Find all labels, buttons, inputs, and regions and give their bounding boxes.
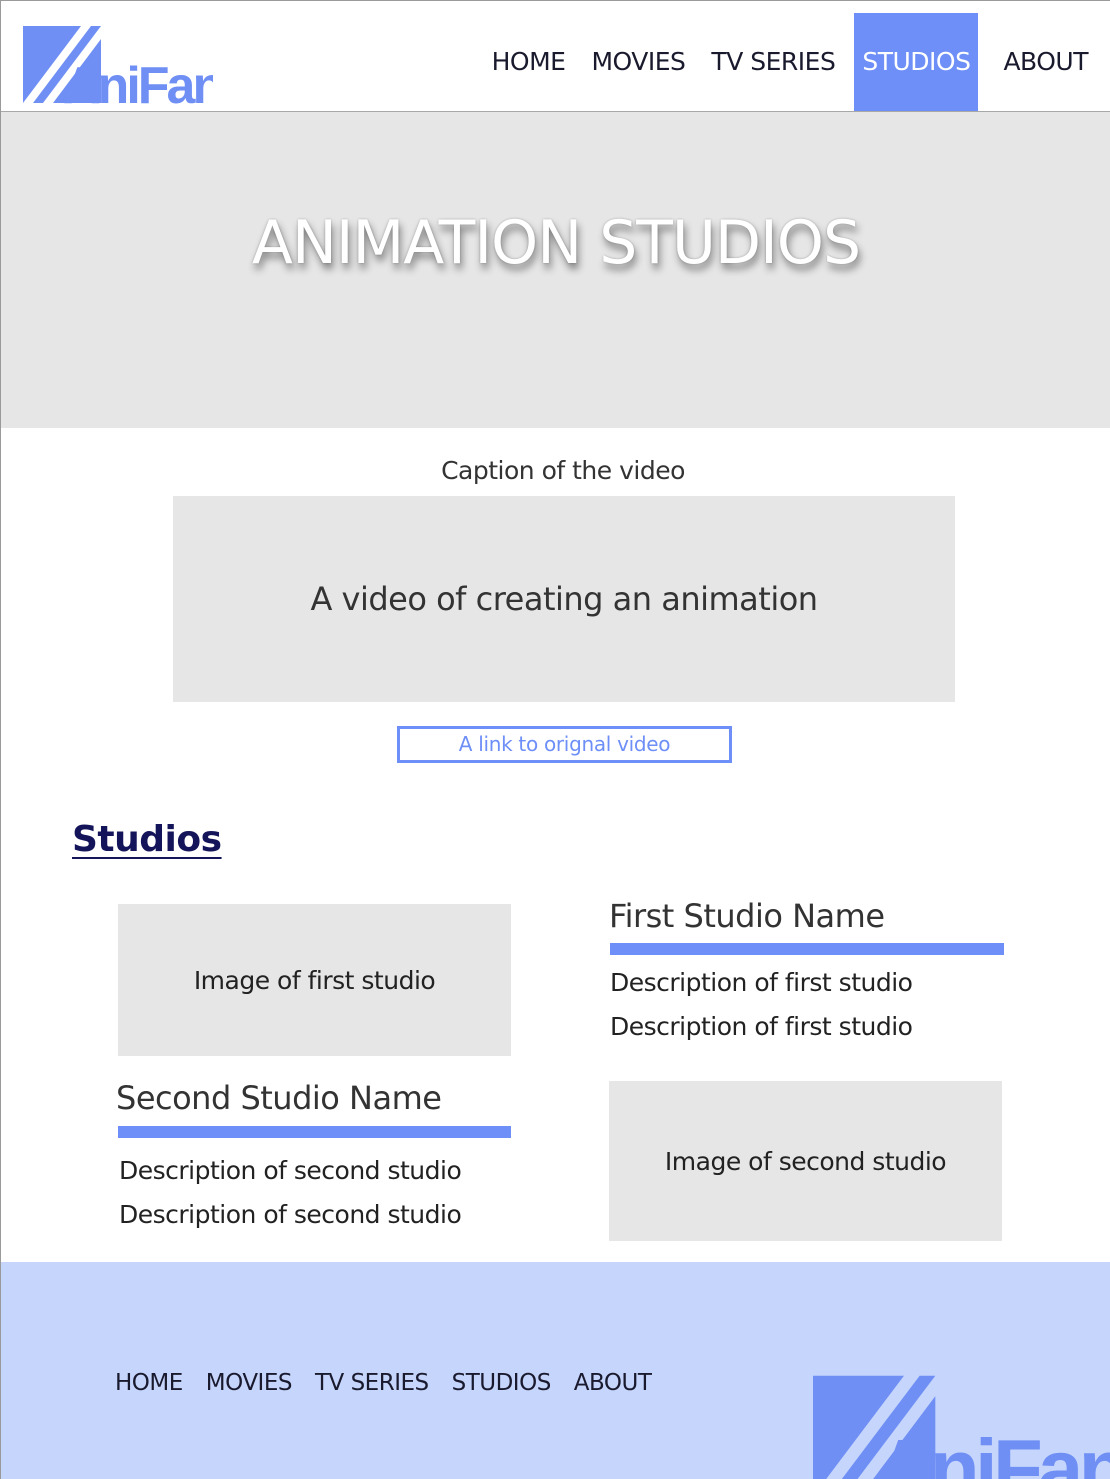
footer-nav-movies[interactable]: MOVIES xyxy=(206,1370,293,1396)
footer-logo-wordmark: AniFan xyxy=(876,1423,1110,1479)
second-studio-description: Description of second studio xyxy=(119,1156,462,1185)
second-studio-description: Description of second studio xyxy=(119,1200,462,1229)
nav-movies[interactable]: MOVIES xyxy=(578,13,698,111)
footer-nav: HOME MOVIES TV SERIES STUDIOS ABOUT xyxy=(115,1370,674,1396)
hero-banner: ANIMATION STUDIOS xyxy=(1,112,1110,428)
nav-studios[interactable]: STUDIOS xyxy=(854,13,979,111)
anifan-logo[interactable]: AniFan xyxy=(23,23,213,107)
nav-home[interactable]: HOME xyxy=(479,13,579,111)
video-caption: Caption of the video xyxy=(441,456,685,485)
studios-section-title: Studios xyxy=(72,819,222,860)
page: AniFan HOME MOVIES TV SERIES STUDIOS ABO… xyxy=(0,0,1110,1479)
site-footer: HOME MOVIES TV SERIES STUDIOS ABOUT AniF… xyxy=(1,1262,1110,1479)
footer-nav-about[interactable]: ABOUT xyxy=(574,1370,652,1396)
footer-anifan-logo[interactable]: AniFan xyxy=(813,1371,1110,1479)
second-studio-image: Image of second studio xyxy=(609,1081,1002,1241)
first-studio-name: First Studio Name xyxy=(609,897,885,935)
video-placeholder[interactable]: A video of creating an animation xyxy=(173,496,955,702)
second-studio-name: Second Studio Name xyxy=(116,1079,442,1117)
first-studio-description: Description of first studio xyxy=(610,968,913,997)
nav-about[interactable]: ABOUT xyxy=(990,13,1101,111)
footer-nav-home[interactable]: HOME xyxy=(115,1370,183,1396)
first-studio-image: Image of first studio xyxy=(118,904,511,1056)
logo-wordmark: AniFan xyxy=(63,57,213,107)
site-header: AniFan HOME MOVIES TV SERIES STUDIOS ABO… xyxy=(1,1,1110,112)
original-video-link[interactable]: A link to orignal video xyxy=(397,726,732,763)
footer-nav-studios[interactable]: STUDIOS xyxy=(452,1370,552,1396)
first-studio-divider xyxy=(610,943,1004,955)
nav-tv-series[interactable]: TV SERIES xyxy=(698,13,848,111)
second-studio-divider xyxy=(118,1126,511,1138)
video-placeholder-text: A video of creating an animation xyxy=(310,580,818,618)
hero-title: ANIMATION STUDIOS xyxy=(251,208,861,278)
first-studio-description: Description of first studio xyxy=(610,1012,913,1041)
main-nav: HOME MOVIES TV SERIES STUDIOS ABOUT xyxy=(479,13,1101,111)
footer-nav-tv-series[interactable]: TV SERIES xyxy=(315,1370,429,1396)
